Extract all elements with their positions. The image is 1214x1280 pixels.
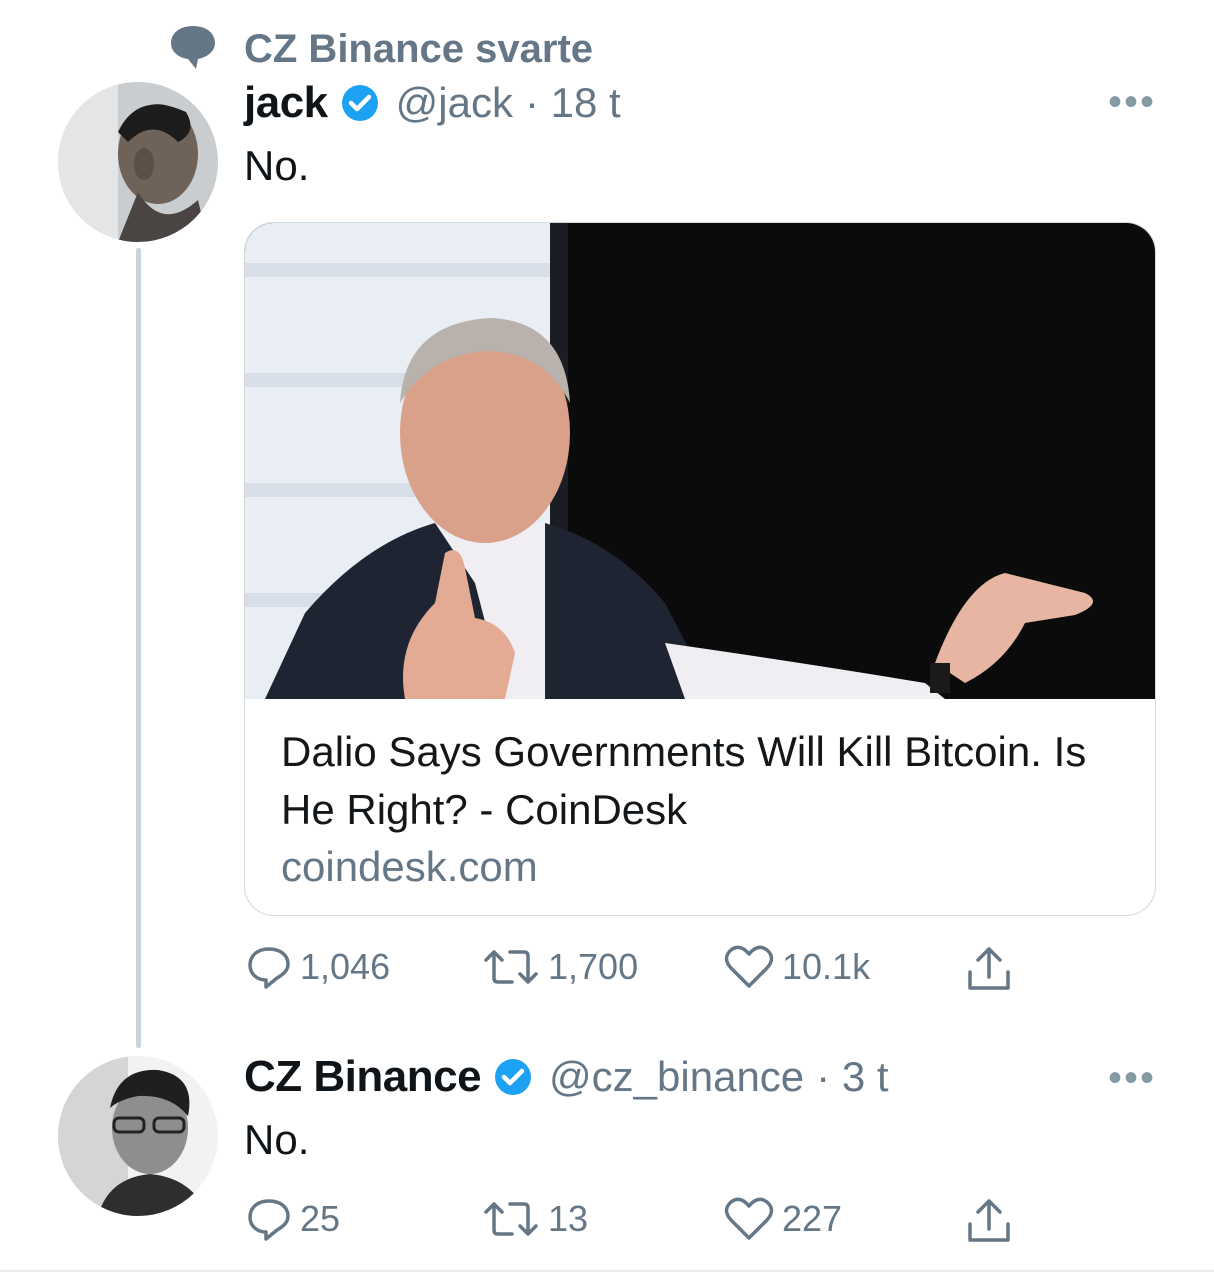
verified-badge-icon (493, 1057, 533, 1097)
tweet-header: CZ Binance @cz_binance · 3 t (244, 1052, 889, 1102)
reply-icon (248, 947, 290, 989)
card-domain: coindesk.com (281, 843, 538, 890)
retweet-icon (484, 950, 538, 984)
avatar-jack[interactable] (58, 82, 218, 242)
like-count: 227 (782, 1198, 843, 1239)
like-button[interactable]: 227 (724, 1196, 842, 1242)
retweet-count: 1,700 (548, 946, 639, 987)
author-name[interactable]: CZ Binance (244, 1052, 482, 1102)
author-handle[interactable]: @jack (396, 79, 513, 127)
avatar-cz-binance[interactable] (58, 1056, 218, 1216)
share-button[interactable] (964, 944, 1014, 994)
reply-count: 25 (300, 1198, 341, 1239)
speech-bubble-icon (168, 23, 218, 76)
tweet-text: No. (244, 1116, 310, 1163)
link-card[interactable]: Dalio Says Governments Will Kill Bitcoin… (244, 222, 1156, 916)
author-handle[interactable]: @cz_binance (549, 1053, 804, 1101)
reply-icon (248, 1199, 290, 1241)
retweet-button[interactable]: 1,700 (482, 944, 638, 990)
tweet-time[interactable]: · 3 t (816, 1053, 888, 1101)
tweet-text: No. (244, 142, 310, 189)
retweet-button[interactable]: 13 (482, 1196, 588, 1242)
retweet-count: 13 (548, 1198, 589, 1239)
share-icon (968, 1199, 1010, 1242)
divider (0, 1270, 1214, 1272)
like-count: 10.1k (782, 946, 871, 987)
retweet-icon (484, 1202, 538, 1236)
reply-button[interactable]: 1,046 (246, 944, 390, 990)
share-button[interactable] (964, 1196, 1014, 1246)
replied-label[interactable]: CZ Binance svarte (244, 27, 593, 72)
tweet-time[interactable]: · 18 t (525, 79, 621, 127)
reply-button[interactable]: 25 (246, 1196, 340, 1242)
card-title: Dalio Says Governments Will Kill Bitcoin… (281, 728, 1087, 833)
verified-badge-icon (340, 83, 380, 123)
more-options-button[interactable]: ••• (1108, 1056, 1156, 1101)
heart-icon (724, 945, 774, 988)
reply-context: CZ Binance svarte (168, 24, 593, 74)
tweet-header: jack @jack · 18 t (244, 78, 621, 128)
reply-count: 1,046 (300, 946, 391, 987)
thread-line (136, 248, 141, 1048)
more-options-button[interactable]: ••• (1108, 80, 1156, 125)
like-button[interactable]: 10.1k (724, 944, 870, 990)
author-name[interactable]: jack (244, 78, 328, 128)
heart-icon (724, 1197, 774, 1240)
share-icon (968, 947, 1010, 990)
card-image (245, 223, 1155, 699)
